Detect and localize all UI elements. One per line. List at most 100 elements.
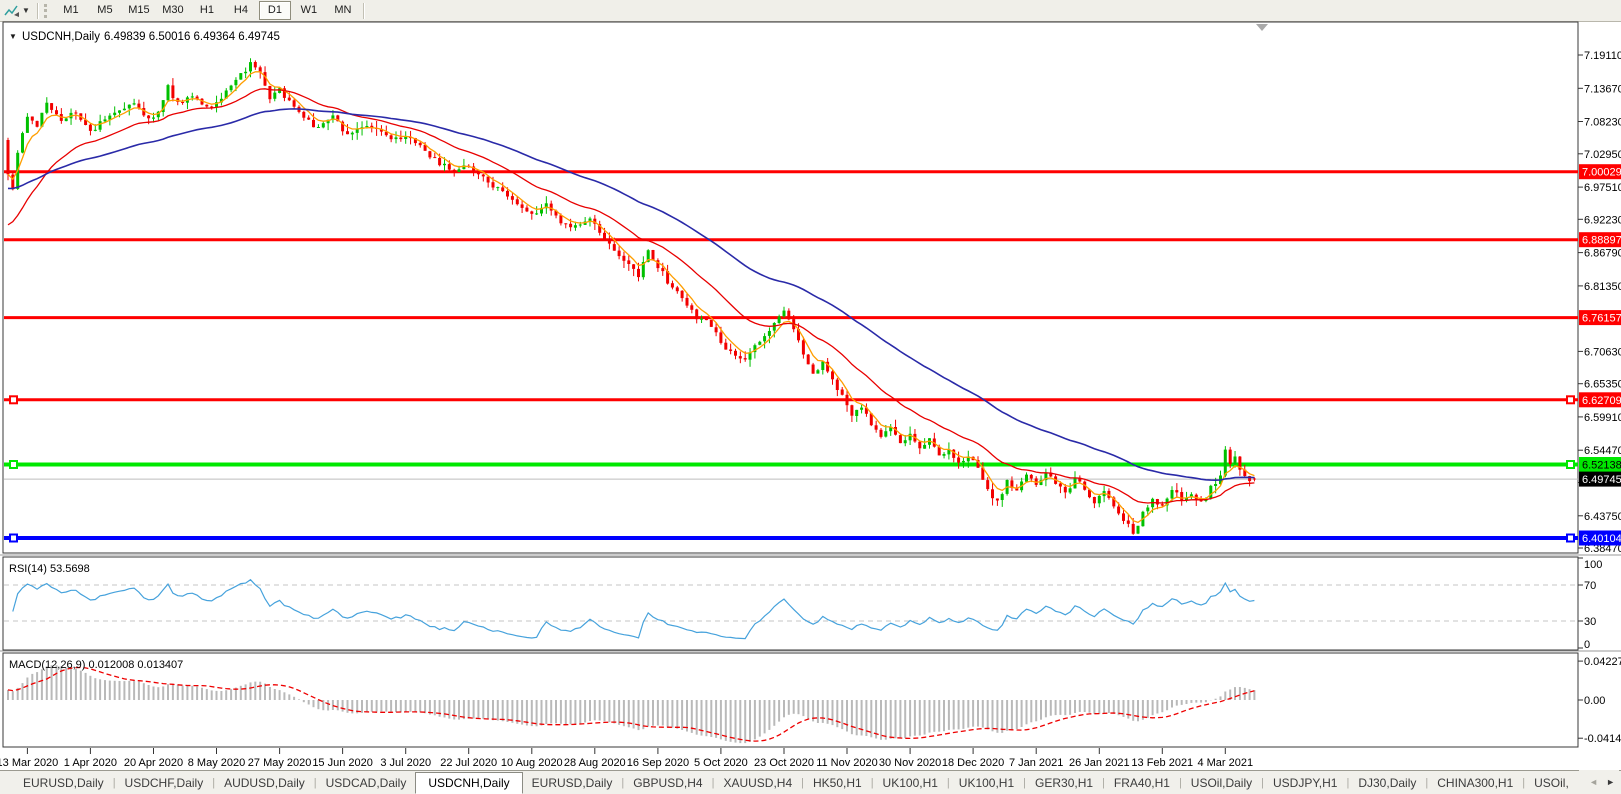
candle [501,187,505,192]
tab-scroll-left-icon[interactable]: ◄ [1589,777,1598,787]
timeframe-m15-button[interactable]: M15 [123,1,155,20]
macd-tick-label: 0.042275 [1584,656,1621,668]
candle [530,211,534,214]
candle [229,85,233,91]
candle [787,310,791,320]
price-tick-label: 7.02950 [1584,149,1621,161]
candle [190,96,194,98]
candle [855,409,859,416]
tab-hk50-h1[interactable]: HK50,H1 [804,773,871,793]
line-handle[interactable] [9,395,18,405]
line-handle[interactable] [1566,533,1575,543]
date-tick-label: 5 Oct 2020 [694,757,748,769]
tab-usoil[interactable]: USOil, [1525,773,1578,793]
candle [607,239,611,244]
tab-usdcad-daily[interactable]: USDCAD,Daily [317,773,416,793]
tab-uk100-h1[interactable]: UK100,H1 [874,773,947,793]
candle [884,431,888,437]
candle [801,340,805,355]
candle [559,215,563,224]
candle [1146,507,1150,512]
tab-xauusd-h4[interactable]: XAUUSD,H4 [714,773,801,793]
timeframe-m30-button[interactable]: M30 [157,1,189,20]
tab-usdjpy-h1[interactable]: USDJPY,H1 [1264,773,1346,793]
candle [350,132,354,135]
tab-usdcnh-daily[interactable]: USDCNH,Daily [415,771,523,794]
candle [957,457,961,463]
tab-fra40-h1[interactable]: FRA40,H1 [1105,773,1179,793]
candle [6,140,10,175]
candle [729,349,733,351]
candle [1131,523,1135,534]
toolbar-dropdown-caret-icon[interactable]: ▼ [22,6,30,15]
tab-audusd-daily[interactable]: AUDUSD,Daily [215,773,314,793]
tab-usdchf-daily[interactable]: USDCHF,Daily [116,773,213,793]
price-tick-label: 6.81350 [1584,281,1621,293]
price-tick-label: 6.97510 [1584,182,1621,194]
tab-eurusd-daily[interactable]: EURUSD,Daily [523,773,622,793]
candle [1252,478,1256,480]
candle [491,182,495,188]
tab-gbpusd-h4[interactable]: GBPUSD,H4 [624,773,711,793]
line-handle[interactable] [9,533,18,543]
chart-canvas[interactable]: 7.19110 7.13670 7.08230 7.02950 6.97510 6.922… [0,21,1621,770]
timeframe-h1-button[interactable]: H1 [191,1,223,20]
chart-tools-icon[interactable] [4,4,20,18]
tab-ger30-h1[interactable]: GER30,H1 [1026,773,1102,793]
candle [612,244,616,251]
tab-dj30-daily[interactable]: DJ30,Daily [1349,773,1425,793]
date-tick-label: 28 Aug 2020 [564,757,626,769]
candle [690,305,694,310]
tab-scroll-right-icon[interactable]: ► [1606,777,1615,787]
timeframe-w1-button[interactable]: W1 [293,1,325,20]
timeframe-d1-button[interactable]: D1 [258,1,291,20]
tab-eurusd-daily[interactable]: EURUSD,Daily [14,773,113,793]
date-tick-label: 22 Jul 2020 [440,757,497,769]
candle [734,350,737,356]
candle [835,379,839,390]
date-tick-label: 20 Apr 2020 [124,757,183,769]
candle [93,129,97,131]
price-tick-label: 6.92230 [1584,214,1621,226]
rsi-tick-label: 70 [1584,580,1596,592]
candle [1155,499,1159,505]
candle [103,119,107,122]
candle [389,135,393,140]
candle [346,131,349,135]
candle [1000,494,1004,500]
line-handle[interactable] [1566,395,1575,405]
macd-panel [2,652,1579,748]
candle [287,97,291,101]
timeframe-mn-button[interactable]: MN [327,1,359,20]
tab-china300-h1[interactable]: CHINA300,H1 [1428,773,1522,793]
candle [670,283,674,288]
line-handle[interactable] [9,460,18,469]
price-tick-label: 6.43750 [1584,511,1621,523]
line-handle[interactable] [1566,460,1575,469]
candle [244,71,248,74]
candle [617,250,621,257]
tab-usoil-daily[interactable]: USOil,Daily [1182,773,1261,793]
candle [30,116,34,121]
macd-tick-label: 0.00 [1584,695,1605,707]
candle [166,85,170,101]
toolbar-grip-handle[interactable] [43,3,50,18]
timeframe-m1-button[interactable]: M1 [55,1,87,20]
toolbar-separator [362,2,365,19]
symbol-caret-icon[interactable]: ▼ [9,32,17,41]
candle [520,204,524,208]
date-tick-label: 27 May 2020 [248,757,312,769]
candle [25,116,29,133]
candle [525,207,529,212]
price-tick-label: 7.13670 [1584,83,1621,95]
timeframe-m5-button[interactable]: M5 [89,1,121,20]
tab-uk100-h1[interactable]: UK100,H1 [950,773,1023,793]
candle [942,454,946,456]
candle [632,264,636,269]
date-tick-label: 30 Nov 2020 [879,757,941,769]
candle [302,111,306,118]
candle [55,110,58,115]
timeframe-h4-button[interactable]: H4 [225,1,257,20]
candle [840,389,844,395]
candle [763,336,767,342]
